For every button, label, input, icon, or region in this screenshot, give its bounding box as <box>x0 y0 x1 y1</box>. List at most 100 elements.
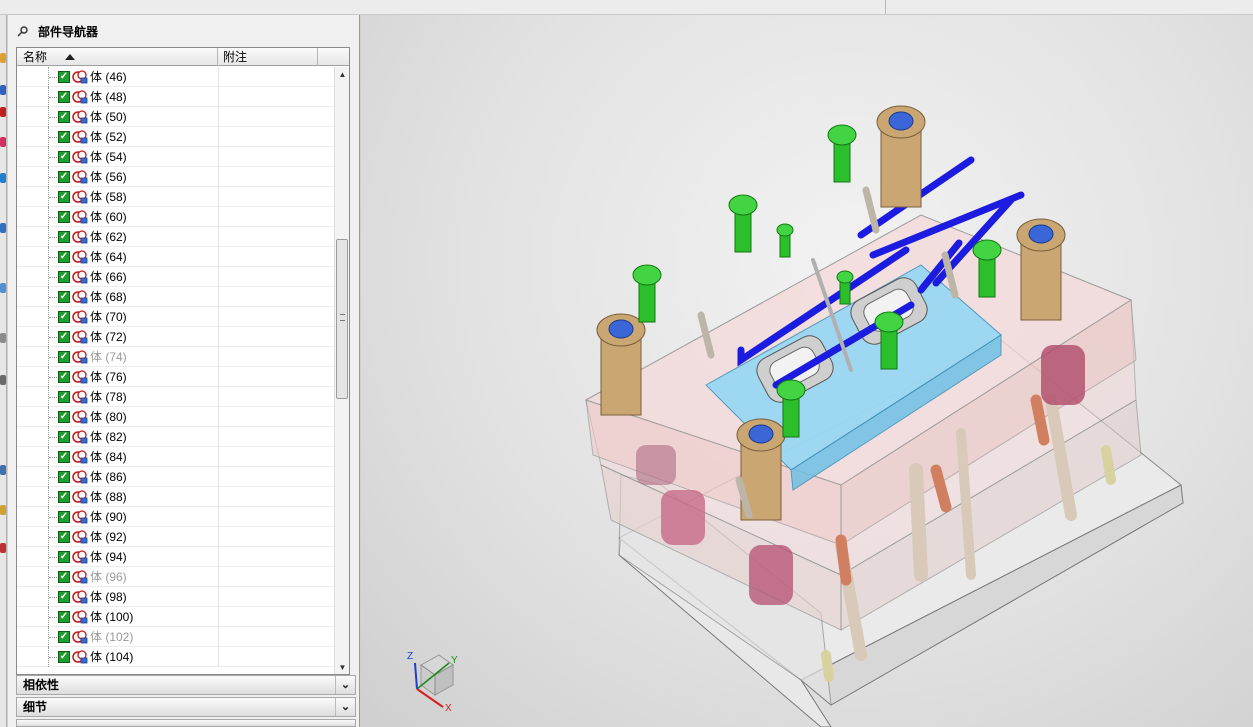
tree-connector <box>49 477 57 478</box>
table-row[interactable]: ✓ 体 (102) <box>17 627 333 647</box>
table-row[interactable]: ✓ 体 (64) <box>17 247 333 267</box>
table-row[interactable]: ✓ 体 (46) <box>17 67 333 87</box>
visibility-checkbox[interactable]: ✓ <box>58 171 70 183</box>
visibility-checkbox[interactable]: ✓ <box>58 151 70 163</box>
chevron-down-icon[interactable]: ⌄ <box>335 676 355 694</box>
table-row[interactable]: ✓ 体 (70) <box>17 307 333 327</box>
table-row[interactable]: ✓ 体 (72) <box>17 327 333 347</box>
scroll-up-icon[interactable]: ▲ <box>335 67 349 82</box>
table-row[interactable]: ✓ 体 (94) <box>17 547 333 567</box>
resource-tab-icon[interactable] <box>0 543 6 553</box>
visibility-checkbox[interactable]: ✓ <box>58 411 70 423</box>
table-row[interactable]: ✓ 体 (58) <box>17 187 333 207</box>
visibility-checkbox[interactable]: ✓ <box>58 111 70 123</box>
visibility-checkbox[interactable]: ✓ <box>58 611 70 623</box>
visibility-checkbox[interactable]: ✓ <box>58 71 70 83</box>
resource-tab-icon[interactable] <box>0 333 6 343</box>
body-label: 体 (74) <box>90 350 127 364</box>
section-dependencies[interactable]: 相依性 ⌄ <box>16 675 356 695</box>
table-row[interactable]: ✓ 体 (90) <box>17 507 333 527</box>
table-row[interactable]: ✓ 体 (68) <box>17 287 333 307</box>
visibility-checkbox[interactable]: ✓ <box>58 371 70 383</box>
table-row[interactable]: ✓ 体 (54) <box>17 147 333 167</box>
table-row[interactable]: ✓ 体 (60) <box>17 207 333 227</box>
table-row[interactable]: ✓ 体 (66) <box>17 267 333 287</box>
visibility-checkbox[interactable]: ✓ <box>58 391 70 403</box>
visibility-checkbox[interactable]: ✓ <box>58 231 70 243</box>
table-row[interactable]: ✓ 体 (50) <box>17 107 333 127</box>
visibility-checkbox[interactable]: ✓ <box>58 511 70 523</box>
table-row[interactable]: ✓ 体 (76) <box>17 367 333 387</box>
graphics-viewport[interactable]: Z Y X <box>361 15 1253 727</box>
visibility-checkbox[interactable]: ✓ <box>58 531 70 543</box>
table-row[interactable]: ✓ 体 (82) <box>17 427 333 447</box>
scroll-thumb[interactable] <box>336 239 348 399</box>
table-row[interactable]: ✓ 体 (80) <box>17 407 333 427</box>
table-row[interactable]: ✓ 体 (62) <box>17 227 333 247</box>
table-row[interactable]: ✓ 体 (74) <box>17 347 333 367</box>
body-label: 体 (68) <box>90 290 127 304</box>
resource-tab-icon[interactable] <box>0 223 6 233</box>
table-row[interactable]: ✓ 体 (92) <box>17 527 333 547</box>
resource-tab-icon[interactable] <box>0 283 6 293</box>
tree-connector <box>49 397 57 398</box>
resource-tab-icon[interactable] <box>0 137 6 147</box>
visibility-checkbox[interactable]: ✓ <box>58 571 70 583</box>
visibility-checkbox[interactable]: ✓ <box>58 331 70 343</box>
sort-ascending-icon[interactable] <box>65 54 75 60</box>
visibility-checkbox[interactable]: ✓ <box>58 131 70 143</box>
table-row[interactable]: ✓ 体 (88) <box>17 487 333 507</box>
body-icon <box>72 230 88 244</box>
section-details[interactable]: 细节 ⌄ <box>16 697 356 717</box>
table-row[interactable]: ✓ 体 (100) <box>17 607 333 627</box>
body-label: 体 (66) <box>90 270 127 284</box>
table-row[interactable]: ✓ 体 (48) <box>17 87 333 107</box>
visibility-checkbox[interactable]: ✓ <box>58 591 70 603</box>
visibility-checkbox[interactable]: ✓ <box>58 491 70 503</box>
column-header-name[interactable]: 名称 <box>17 48 218 66</box>
body-label: 体 (84) <box>90 450 127 464</box>
visibility-checkbox[interactable]: ✓ <box>58 251 70 263</box>
visibility-checkbox[interactable]: ✓ <box>58 631 70 643</box>
resource-tab-icon[interactable] <box>0 505 6 515</box>
vertical-scrollbar[interactable]: ▲ ▼ <box>334 67 349 674</box>
visibility-checkbox[interactable]: ✓ <box>58 651 70 663</box>
visibility-checkbox[interactable]: ✓ <box>58 291 70 303</box>
visibility-checkbox[interactable]: ✓ <box>58 311 70 323</box>
column-divider <box>218 247 219 267</box>
resource-tab-icon[interactable] <box>0 107 6 117</box>
column-header-note[interactable]: 附注 <box>218 48 318 66</box>
resource-tab-icon[interactable] <box>0 85 6 95</box>
pin-icon[interactable] <box>16 24 30 38</box>
resource-tab-icon[interactable] <box>0 465 6 475</box>
table-row[interactable]: ✓ 体 (104) <box>17 647 333 667</box>
table-row[interactable]: ✓ 体 (86) <box>17 467 333 487</box>
visibility-checkbox[interactable]: ✓ <box>58 471 70 483</box>
panel-title: 部件导航器 <box>38 24 99 39</box>
scroll-down-icon[interactable]: ▼ <box>335 660 349 674</box>
table-row[interactable]: ✓ 体 (98) <box>17 587 333 607</box>
visibility-checkbox[interactable]: ✓ <box>58 431 70 443</box>
section-preview[interactable] <box>16 719 356 727</box>
table-row[interactable]: ✓ 体 (56) <box>17 167 333 187</box>
table-row[interactable]: ✓ 体 (52) <box>17 127 333 147</box>
visibility-checkbox[interactable]: ✓ <box>58 271 70 283</box>
visibility-checkbox[interactable]: ✓ <box>58 551 70 563</box>
resource-tab-icon[interactable] <box>0 53 6 63</box>
visibility-checkbox[interactable]: ✓ <box>58 91 70 103</box>
tree-connector <box>49 417 57 418</box>
resource-tab-icon[interactable] <box>0 173 6 183</box>
visibility-checkbox[interactable]: ✓ <box>58 191 70 203</box>
tree-connector <box>49 117 57 118</box>
column-name-label: 名称 <box>23 50 48 64</box>
visibility-checkbox[interactable]: ✓ <box>58 451 70 463</box>
visibility-checkbox[interactable]: ✓ <box>58 211 70 223</box>
visibility-checkbox[interactable]: ✓ <box>58 351 70 363</box>
chevron-down-icon[interactable]: ⌄ <box>335 698 355 716</box>
resource-tab-icon[interactable] <box>0 375 6 385</box>
mold-assembly-model[interactable] <box>361 15 1253 727</box>
table-row[interactable]: ✓ 体 (78) <box>17 387 333 407</box>
toolbar-separator <box>885 0 886 14</box>
table-row[interactable]: ✓ 体 (84) <box>17 447 333 467</box>
table-row[interactable]: ✓ 体 (96) <box>17 567 333 587</box>
